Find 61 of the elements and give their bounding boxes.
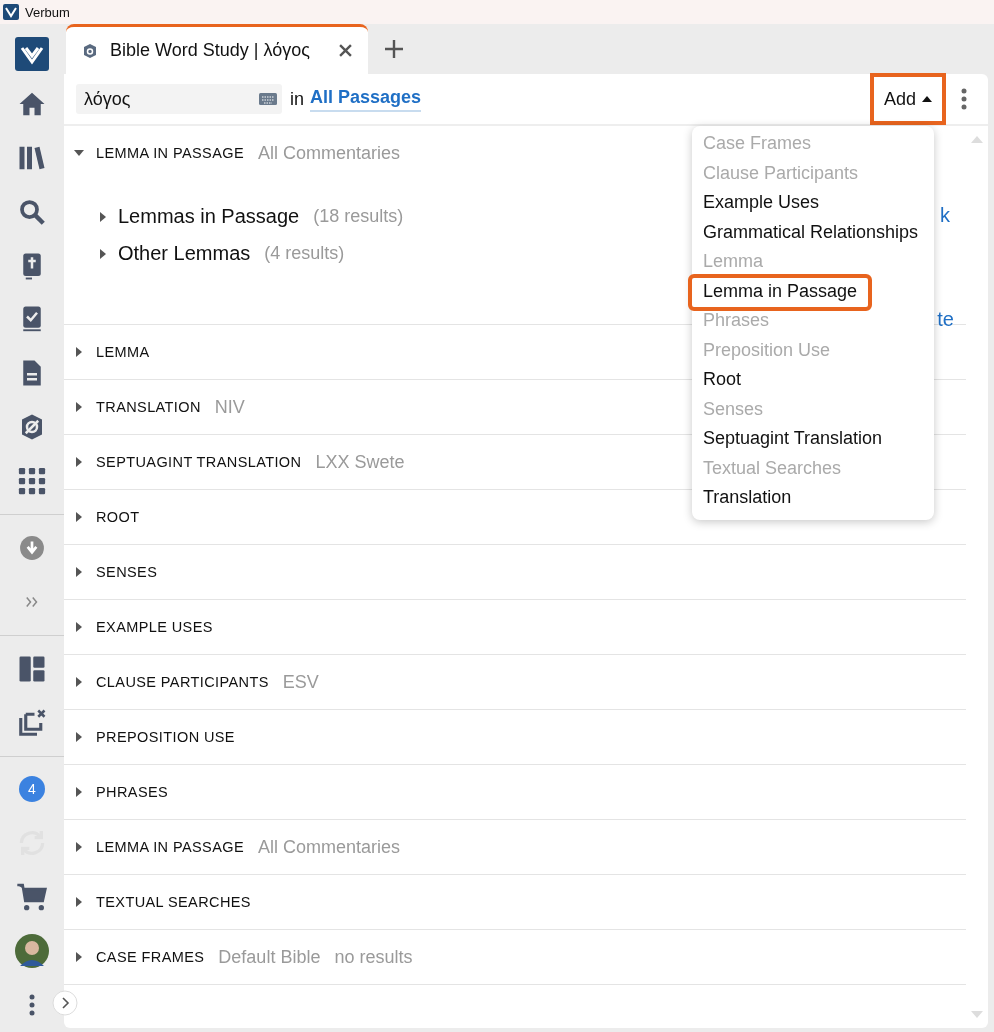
- tree-item[interactable]: Lemmas in Passage (18 results): [98, 198, 404, 235]
- document-tab[interactable]: Bible Word Study | λόγος: [66, 24, 368, 74]
- menu-item[interactable]: Example Uses: [692, 189, 934, 219]
- section-title: SEPTUAGINT TRANSLATION: [96, 454, 302, 470]
- section-title: LEMMA: [96, 344, 150, 360]
- section-header[interactable]: PREPOSITION USE: [64, 710, 235, 764]
- section-header[interactable]: TEXTUAL SEARCHES: [64, 875, 251, 929]
- app-logo[interactable]: [15, 36, 49, 71]
- tree-item[interactable]: Other Lemmas (4 results): [98, 235, 345, 272]
- section-title: CLAUSE PARTICIPANTS: [96, 674, 269, 690]
- section-header[interactable]: ROOT: [64, 490, 140, 544]
- keyboard-icon: [259, 93, 277, 105]
- section-title: TRANSLATION: [96, 399, 201, 415]
- more-icon[interactable]: [28, 992, 36, 1017]
- notification-badge[interactable]: 4: [19, 776, 45, 803]
- range-link[interactable]: All Passages: [310, 86, 422, 112]
- caret-icon: [98, 248, 108, 259]
- link[interactable]: k: [940, 204, 950, 227]
- tab-title: Bible Word Study | λόγος: [110, 40, 310, 61]
- section-header[interactable]: LEMMA IN PASSAGE All Commentaries: [64, 126, 400, 180]
- section-title: PHRASES: [96, 784, 169, 800]
- more-icon[interactable]: [960, 87, 968, 111]
- shield-icon: [82, 42, 98, 59]
- avatar[interactable]: [15, 934, 49, 969]
- section-header[interactable]: LEMMA IN PASSAGE All Commentaries: [64, 820, 400, 874]
- caret-icon: [922, 96, 932, 102]
- expand-icon[interactable]: [52, 990, 78, 1016]
- grid-icon[interactable]: [17, 466, 47, 497]
- section-title: EXAMPLE USES: [96, 619, 213, 635]
- section-header[interactable]: PHRASES: [64, 765, 169, 819]
- section-header[interactable]: LEMMA: [64, 325, 150, 379]
- caret-icon: [98, 211, 108, 222]
- search-field[interactable]: λόγος: [76, 84, 254, 114]
- menu-item[interactable]: Translation: [692, 484, 934, 514]
- keyboard-button[interactable]: [254, 84, 282, 114]
- section-title: SENSES: [96, 564, 158, 580]
- add-button[interactable]: Add: [869, 73, 946, 125]
- download-icon[interactable]: [19, 534, 45, 561]
- range-prefix: in: [290, 88, 304, 110]
- section-header[interactable]: EXAMPLE USES: [64, 600, 213, 654]
- section-title: PREPOSITION USE: [96, 729, 235, 745]
- app-title: Verbum: [25, 4, 70, 20]
- section-header[interactable]: CLAUSE PARTICIPANTS ESV: [64, 655, 319, 709]
- section-title: ROOT: [96, 509, 140, 525]
- section-title: LEMMA IN PASSAGE: [96, 839, 244, 855]
- app-logo-icon: [3, 4, 19, 20]
- section-title: CASE FRAMES: [96, 949, 205, 965]
- section-status: no results: [334, 946, 413, 968]
- section-header[interactable]: CASE FRAMES Default Bible no results: [64, 930, 413, 984]
- section-header[interactable]: SENSES: [64, 545, 158, 599]
- section-header[interactable]: TRANSLATION NIV: [64, 380, 245, 434]
- section-header[interactable]: SEPTUAGINT TRANSLATION LXX Swete: [64, 435, 405, 489]
- add-tab-icon[interactable]: [384, 39, 404, 59]
- link[interactable]: te: [937, 308, 954, 331]
- close-panels-icon[interactable]: [17, 707, 47, 738]
- close-icon[interactable]: [339, 44, 352, 57]
- menu-item[interactable]: Septuagint Translation: [692, 425, 934, 455]
- menu-item[interactable]: Grammatical Relationships: [692, 218, 934, 248]
- section-title: LEMMA IN PASSAGE: [96, 145, 244, 161]
- menu-item[interactable]: Root: [692, 366, 934, 396]
- section-title: TEXTUAL SEARCHES: [96, 894, 251, 910]
